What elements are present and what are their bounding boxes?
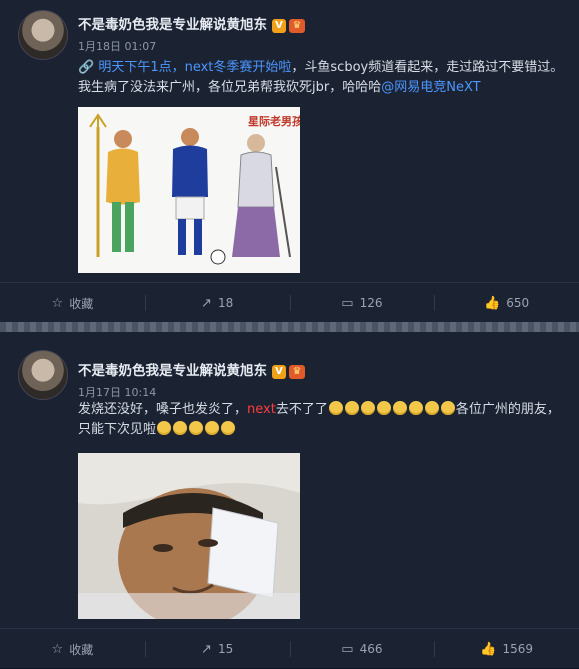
vip-crown-icon: ♛ [289, 365, 305, 379]
post-image[interactable] [78, 453, 300, 619]
thumbs-up-icon: 👍 [480, 641, 497, 657]
star-icon: ☆ [51, 641, 64, 657]
post-image[interactable]: 星际老男孩 [78, 107, 300, 273]
post-text: 🔗 明天下午1点，next冬季赛开始啦，斗鱼scboy频道看起来，走过路过不要错… [78, 60, 564, 95]
star-icon: ☆ [51, 295, 64, 311]
repost-button[interactable]: ↗ 18 [144, 283, 290, 323]
post-divider [0, 322, 579, 332]
avatar[interactable] [18, 350, 68, 400]
image-caption: 星际老男孩 [248, 114, 300, 128]
favorite-button[interactable]: ☆ 收藏 [0, 283, 145, 323]
post-time[interactable]: 1月17日 10:14 [78, 384, 156, 400]
repost-icon: ↗ [201, 641, 212, 657]
verified-badge: V [272, 19, 286, 33]
post-text: 发烧还没好，嗓子也发炎了，next去不了了 各位广州的朋友，只能下次见啦 [78, 401, 560, 437]
comment-button[interactable]: ▭ 126 [289, 283, 435, 323]
comment-icon: ▭ [341, 295, 354, 311]
comment-button[interactable]: ▭ 466 [289, 629, 435, 669]
mention-link[interactable]: @网易电竞NeXT [381, 80, 480, 95]
thumbs-up-icon: 👍 [484, 295, 501, 311]
like-button[interactable]: 👍 1569 [434, 629, 579, 669]
favorite-button[interactable]: ☆ 收藏 [0, 629, 145, 669]
vip-crown-icon: ♛ [289, 19, 305, 33]
weibo-post-2: 不是毒奶色我是专业解说黄旭东 V ♛ 1月17日 10:14 发烧还没好，嗓子也发炎… [0, 332, 579, 668]
emoji-row [328, 401, 456, 417]
emoji-row-2 [156, 421, 236, 437]
link-icon: 🔗 [78, 60, 99, 75]
post-time[interactable]: 1月18日 01:07 [78, 38, 156, 54]
comment-icon: ▭ [341, 641, 354, 657]
author-name[interactable]: 不是毒奶色我是专业解说黄旭东 V ♛ [78, 13, 305, 33]
verified-badge: V [272, 365, 286, 379]
author-name[interactable]: 不是毒奶色我是专业解说黄旭东 V ♛ [78, 359, 305, 379]
repost-icon: ↗ [201, 295, 212, 311]
action-bar: ☆ 收藏 ↗ 18 ▭ 126 👍 650 [0, 282, 579, 323]
weibo-post-1: 不是毒奶色我是专业解说黄旭东 V ♛ 1月18日 01:07 🔗 明天下午1点，ne… [0, 0, 579, 322]
highlight-text[interactable]: next [247, 402, 276, 417]
like-button[interactable]: 👍 650 [434, 283, 579, 323]
topic-link[interactable]: 🔗 明天下午1点，next冬季赛开始啦 [78, 60, 291, 75]
repost-button[interactable]: ↗ 15 [144, 629, 290, 669]
action-bar: ☆ 收藏 ↗ 15 ▭ 466 👍 1569 [0, 628, 579, 669]
avatar[interactable] [18, 10, 68, 60]
